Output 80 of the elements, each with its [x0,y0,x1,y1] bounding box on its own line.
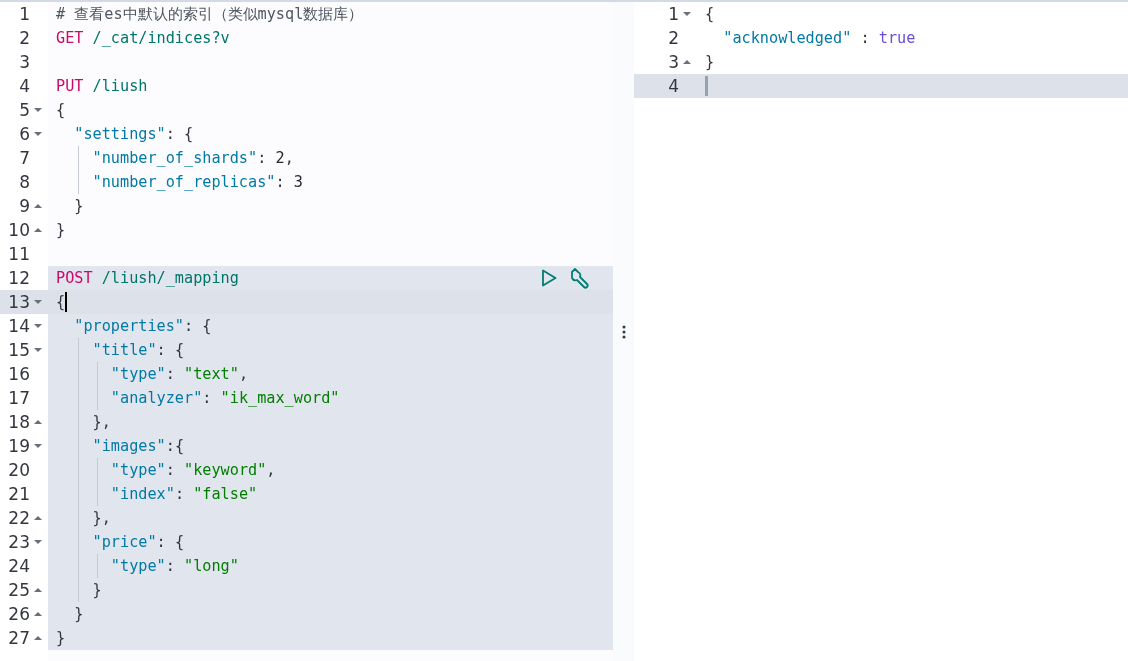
code-line: }, [91,508,111,528]
collapse-arrow-icon[interactable] [34,443,42,449]
expand-arrow-icon[interactable] [683,59,691,65]
collapse-arrow-icon[interactable] [34,347,42,353]
collapse-arrow-icon[interactable] [34,131,42,137]
code-line: GET /_cat/indices?v [56,28,230,48]
wrench-icon[interactable] [569,267,591,289]
code-line: "properties": { [73,316,212,336]
code-line: "type": "keyword", [109,460,276,480]
code-line: } [91,580,102,600]
line-number: 4 [19,76,30,96]
code-line: } [56,220,66,240]
line-number: 13 [8,292,30,312]
code-line: "settings": { [73,124,194,144]
line-number: 7 [19,148,30,168]
text-cursor [705,76,708,96]
line-number: 24 [8,556,30,576]
code-line: { [56,100,66,120]
line-number: 9 [19,196,30,216]
line-number: 2 [19,28,30,48]
expand-arrow-icon[interactable] [34,227,42,233]
code-line: "number_of_shards": 2, [91,148,294,168]
line-number: 1 [668,4,679,24]
code-line: } [56,628,66,648]
collapse-arrow-icon[interactable] [34,323,42,329]
expand-arrow-icon[interactable] [34,611,42,617]
code-line: "index": "false" [109,484,258,504]
expand-arrow-icon[interactable] [34,635,42,641]
code-line: } [73,196,84,216]
line-number: 11 [8,244,30,264]
line-number: 18 [8,412,30,432]
line-number: 16 [8,364,30,384]
line-number: 15 [8,340,30,360]
line-number: 5 [19,100,30,120]
code-line: "type": "long" [109,556,239,576]
line-number: 23 [8,532,30,552]
code-line: "type": "text", [109,364,249,384]
expand-arrow-icon[interactable] [34,419,42,425]
drag-handle-icon[interactable] [621,323,626,340]
line-number: 3 [668,52,679,72]
line-number: 21 [8,484,30,504]
code-line: "images":{ [91,436,185,456]
line-number: 25 [8,580,30,600]
line-number: 3 [19,52,30,72]
code-line: } [73,604,84,624]
expand-arrow-icon[interactable] [34,587,42,593]
line-number: 2 [668,28,679,48]
code-line: }, [91,412,111,432]
code-line: "title": { [91,340,185,360]
code-line: # 查看es中默认的索引（类似mysql数据库） [56,4,364,24]
line-number: 20 [8,460,30,480]
code-line: "price": { [91,532,185,552]
line-number: 22 [8,508,30,528]
line-number: 19 [8,436,30,456]
line-number: 17 [8,388,30,408]
collapse-arrow-icon[interactable] [34,539,42,545]
collapse-arrow-icon[interactable] [683,11,691,17]
code-line: { [56,292,66,312]
line-number: 14 [8,316,30,336]
code-line: "acknowledged" : true [722,28,916,48]
code-line: "number_of_replicas": 3 [91,172,303,192]
code-line: POST /liush/_mapping [56,268,239,288]
code-line: "analyzer": "ik_max_word" [109,388,340,408]
line-number: 10 [8,220,30,240]
line-number: 1 [19,4,30,24]
line-number: 27 [8,628,30,648]
expand-arrow-icon[interactable] [34,515,42,521]
code-line: PUT /liush [56,76,148,96]
line-number: 12 [8,268,30,288]
line-number: 4 [668,76,679,96]
code-line: } [705,52,715,72]
collapse-arrow-icon[interactable] [34,299,42,305]
expand-arrow-icon[interactable] [34,203,42,209]
line-number: 6 [19,124,30,144]
play-icon[interactable] [541,269,557,287]
code-line: { [705,4,715,24]
line-number: 26 [8,604,30,624]
text-cursor [65,292,68,312]
collapse-arrow-icon[interactable] [34,107,42,113]
line-number: 8 [19,172,30,192]
